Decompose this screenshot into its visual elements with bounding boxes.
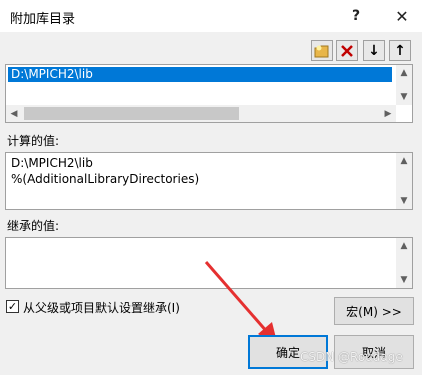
annotation-arrow xyxy=(204,261,278,346)
watermark: CSDN @Roudage xyxy=(300,350,403,364)
